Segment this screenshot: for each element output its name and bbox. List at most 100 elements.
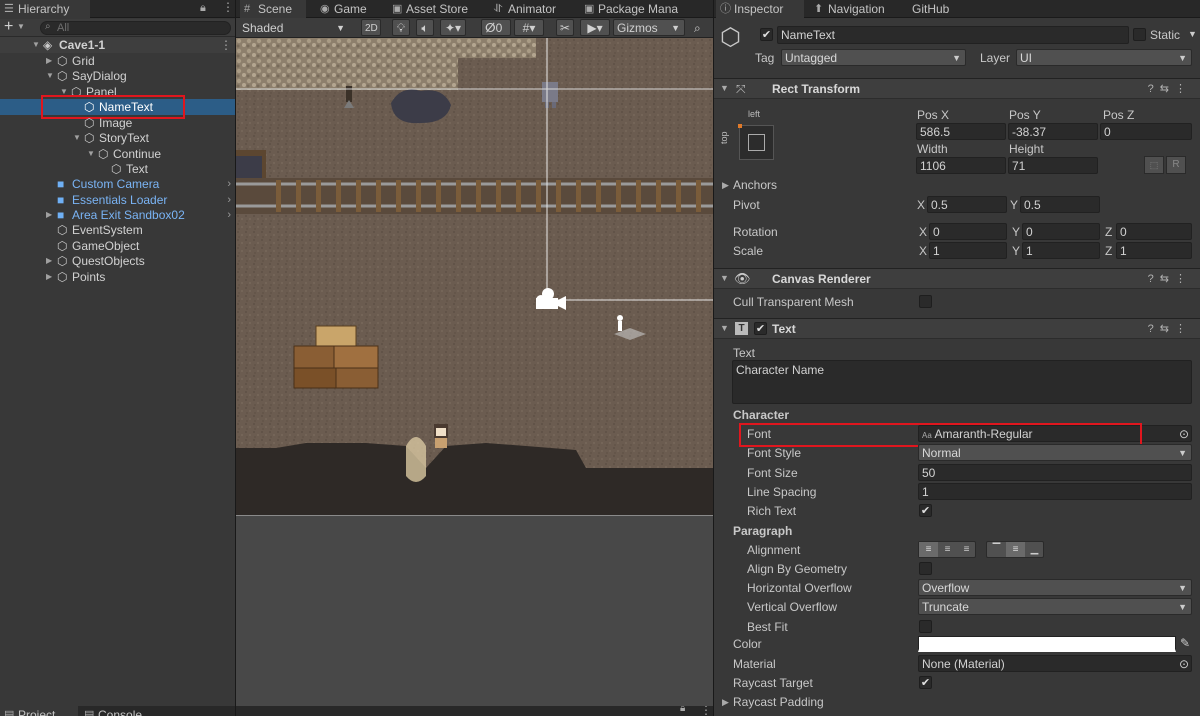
effects-toggle-icon[interactable]: ✦▾	[440, 19, 466, 36]
expand-arrow-icon[interactable]: ▼	[73, 130, 81, 146]
collapsed-arrow-icon[interactable]: ▶	[46, 207, 52, 223]
tag-dropdown[interactable]: Untagged ▼	[781, 49, 966, 66]
tools-icon[interactable]: ✂	[556, 19, 574, 36]
scene-root-row[interactable]: ▼ ◈ Cave1-1 ⋮	[0, 37, 235, 53]
blueprint-mode-icon[interactable]: ⬚	[1144, 156, 1164, 174]
font-style-dropdown[interactable]: Normal ▼	[918, 444, 1192, 461]
h-overflow-dropdown[interactable]: Overflow ▼	[918, 579, 1192, 596]
hierarchy-item-gameobject[interactable]: ⬡ GameObject	[0, 238, 235, 254]
object-picker-icon[interactable]: ⊙	[1179, 426, 1189, 441]
object-picker-icon[interactable]: ⊙	[1179, 656, 1189, 671]
expand-arrow-icon[interactable]: ▼	[720, 83, 729, 93]
hierarchy-item-points[interactable]: ▶ ⬡ Points	[0, 269, 235, 285]
align-bottom-icon[interactable]: ▁	[1025, 542, 1044, 557]
rotation-x-field[interactable]: 0	[929, 223, 1007, 240]
panel-menu-icon[interactable]: ⋮	[700, 706, 712, 716]
hierarchy-item-custom-camera[interactable]: ■ Custom Camera ›	[0, 176, 235, 192]
scale-x-field[interactable]: 1	[929, 242, 1007, 259]
active-checkbox[interactable]: ✔	[760, 28, 773, 41]
best-fit-checkbox[interactable]	[919, 620, 932, 633]
align-left-icon[interactable]: ≡	[919, 542, 938, 557]
tab-animator[interactable]: ⥯ Animator	[490, 0, 556, 18]
collapsed-arrow-icon[interactable]: ▶	[46, 53, 52, 69]
pos-z-field[interactable]: 0	[1100, 123, 1192, 140]
pivot-y-field[interactable]: 0.5	[1020, 196, 1100, 213]
expand-arrow-icon[interactable]: ▼	[720, 323, 729, 333]
pivot-x-field[interactable]: 0.5	[927, 196, 1007, 213]
hierarchy-item-essentials-loader[interactable]: ■ Essentials Loader ›	[0, 192, 235, 208]
align-top-icon[interactable]: ▔	[987, 542, 1006, 557]
scene-menu-icon[interactable]: ⋮	[220, 37, 232, 53]
static-dropdown-icon[interactable]: ▼	[1188, 29, 1197, 39]
expand-arrow-icon[interactable]: ▼	[87, 146, 95, 162]
pos-y-field[interactable]: -38.37	[1008, 123, 1098, 140]
audio-toggle-icon[interactable]: 🔈︎	[416, 19, 434, 36]
toggle-2d-button[interactable]: 2D	[361, 19, 381, 36]
raycast-padding-foldout[interactable]: Raycast Padding	[733, 695, 824, 709]
collapsed-arrow-icon[interactable]: ▶	[46, 269, 52, 285]
tab-console[interactable]: ▤ Console	[80, 706, 142, 716]
search-scene-icon[interactable]: ⌕	[690, 19, 710, 36]
expand-arrow-icon[interactable]: ▼	[32, 37, 40, 53]
component-icons[interactable]: ?⇆⋮	[1148, 272, 1192, 285]
expand-arrow-icon[interactable]: ▼	[46, 68, 54, 84]
gizmos-dropdown[interactable]: Gizmos ▼	[613, 19, 685, 36]
hierarchy-item-storytext[interactable]: ▼ ⬡ StoryText	[0, 130, 235, 146]
component-icons[interactable]: ?⇆⋮	[1148, 322, 1192, 335]
lock-icon[interactable]: 🔒︎	[200, 2, 206, 15]
material-field[interactable]: None (Material) ⊙	[918, 655, 1192, 672]
canvas-renderer-header[interactable]: ▼ 👁︎ Canvas Renderer ?⇆⋮	[714, 268, 1200, 289]
eyedropper-icon[interactable]: ✎	[1180, 636, 1190, 650]
add-dropdown-icon[interactable]: ▼	[17, 22, 25, 31]
line-spacing-field[interactable]: 1	[918, 483, 1192, 500]
cull-checkbox[interactable]	[919, 295, 932, 308]
lock-icon[interactable]: 🔒︎	[680, 706, 685, 714]
component-icons[interactable]: ?⇆⋮	[1148, 82, 1192, 95]
tab-github[interactable]: GitHub	[894, 0, 949, 18]
hierarchy-item-continue[interactable]: ▼ ⬡ Continue	[0, 146, 235, 162]
tab-inspector[interactable]: ⓘ Inspector	[716, 0, 804, 18]
hierarchy-item-grid[interactable]: ▶ ⬡ Grid	[0, 53, 235, 69]
scale-z-field[interactable]: 1	[1116, 242, 1192, 259]
tab-asset-store[interactable]: ▣ Asset Store	[388, 0, 468, 18]
lighting-toggle-icon[interactable]: 💡︎	[392, 19, 410, 36]
rect-transform-header[interactable]: ▼ ⤧ Rect Transform ?⇆⋮	[714, 78, 1200, 99]
open-prefab-arrow-icon[interactable]: ›	[227, 207, 231, 223]
align-right-icon[interactable]: ≡	[957, 542, 976, 557]
expand-arrow-icon[interactable]: ▼	[720, 273, 729, 283]
static-checkbox[interactable]	[1133, 28, 1146, 41]
open-prefab-arrow-icon[interactable]: ›	[227, 176, 231, 192]
open-prefab-arrow-icon[interactable]: ›	[227, 192, 231, 208]
rotation-y-field[interactable]: 0	[1022, 223, 1100, 240]
hierarchy-item-text[interactable]: ⬡ Text	[0, 161, 235, 177]
color-swatch[interactable]	[918, 636, 1176, 652]
camera-dropdown-icon[interactable]: ▶▾	[580, 19, 610, 36]
anchor-preset-button[interactable]	[738, 124, 774, 160]
layer-dropdown[interactable]: UI ▼	[1016, 49, 1192, 66]
v-overflow-dropdown[interactable]: Truncate ▼	[918, 598, 1192, 615]
height-field[interactable]: 71	[1008, 157, 1098, 174]
panel-menu-icon[interactable]: ⋮	[222, 0, 234, 14]
rich-text-checkbox[interactable]: ✔	[919, 504, 932, 517]
raw-edit-button[interactable]: R	[1166, 156, 1186, 174]
search-field[interactable]: ⌕ All	[40, 21, 231, 35]
align-middle-icon[interactable]: ≡	[1006, 542, 1025, 557]
scene-viewport[interactable]	[236, 38, 713, 515]
hierarchy-item-image[interactable]: ⬡ Image	[0, 115, 235, 131]
raycast-target-checkbox[interactable]: ✔	[919, 676, 932, 689]
align-by-geometry-checkbox[interactable]	[919, 562, 932, 575]
width-field[interactable]: 1106	[916, 157, 1006, 174]
tab-package-manager[interactable]: ▣ Package Mana	[580, 0, 678, 18]
text-component-header[interactable]: ▼ T ✔ Text ?⇆⋮	[714, 318, 1200, 339]
hierarchy-item-eventsystem[interactable]: ⬡ EventSystem	[0, 222, 235, 238]
hierarchy-item-area-exit[interactable]: ▶ ■ Area Exit Sandbox02 ›	[0, 207, 235, 223]
hierarchy-item-questobjects[interactable]: ▶ ⬡ QuestObjects	[0, 253, 235, 269]
object-name-field[interactable]: NameText	[777, 26, 1129, 44]
pos-x-field[interactable]: 586.5	[916, 123, 1006, 140]
add-button[interactable]: +	[4, 18, 13, 36]
tab-game[interactable]: ◉ Game	[316, 0, 367, 18]
grid-toggle-icon[interactable]: #▾	[514, 19, 544, 36]
collapsed-arrow-icon[interactable]: ▶	[46, 253, 52, 269]
collapsed-arrow-icon[interactable]: ▶	[722, 180, 729, 191]
hidden-objects-toggle[interactable]: ⵁ0	[481, 19, 511, 36]
